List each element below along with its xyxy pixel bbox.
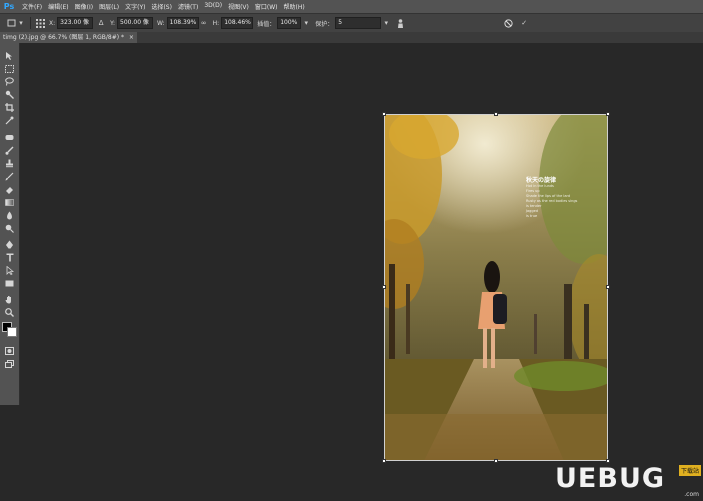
transform-bounding-box [384,114,608,461]
height-label: H: [212,19,220,27]
cancel-transform-icon[interactable] [503,18,513,28]
y-label: Y: [110,19,116,27]
transform-handle-top-right[interactable] [606,112,610,116]
menu-view[interactable]: 视图(V) [228,2,249,11]
quick-select-icon[interactable] [0,88,19,101]
lasso-tool-icon[interactable] [0,75,19,88]
rectangle-tool-icon[interactable] [0,277,19,290]
background-color-swatch[interactable] [7,327,17,337]
main-menu: 文件(F) 编辑(E) 图像(I) 图层(L) 文字(Y) 选择(S) 滤镜(T… [22,2,311,11]
protect-label: 保护： [315,20,334,28]
eyedropper-icon[interactable] [0,114,19,127]
watermark-logo-text: UEBUG [555,463,666,494]
zoom-tool-icon[interactable] [0,306,19,319]
watermark-badge: 下载站 [678,465,701,476]
menu-image[interactable]: 图像(I) [75,2,93,11]
close-icon[interactable]: × [129,34,134,41]
color-swatches [0,321,19,341]
menu-file[interactable]: 文件(F) [22,2,42,11]
y-position-field[interactable]: 500.00 像 [117,17,154,29]
document-tab[interactable]: timg (2).jpg @ 66.7% (图层 1, RGB/8#) * × [0,32,137,43]
tools-panel [0,43,20,405]
menu-layer[interactable]: 图层(L) [99,2,119,11]
protect-select[interactable]: 5 [335,17,382,29]
dodge-icon[interactable] [0,222,19,235]
menu-3d[interactable]: 3D(D) [204,2,222,11]
width-field[interactable]: 108.39% [166,17,199,29]
chevron-down-icon[interactable]: ▾ [381,18,391,28]
quick-mask-icon[interactable] [0,344,19,357]
chevron-down-icon[interactable]: ▾ [301,18,311,28]
x-label: X: [49,19,56,27]
menu-select[interactable]: 选择(S) [151,2,172,11]
reference-point-icon[interactable] [35,18,45,28]
transform-handle-bottom-center[interactable] [494,459,498,463]
crop-tool-icon[interactable] [0,101,19,114]
transform-handle-top-left[interactable] [382,112,386,116]
hand-tool-icon[interactable] [0,293,19,306]
menu-type[interactable]: 文字(Y) [125,2,145,11]
link-icon[interactable]: ∞ [199,18,209,28]
blur-icon[interactable] [0,209,19,222]
menu-bar: Ps 文件(F) 编辑(E) 图像(I) 图层(L) 文字(Y) 选择(S) 滤… [0,0,703,13]
x-position-field[interactable]: 323.00 像 [57,17,94,29]
chevron-down-icon[interactable]: ▾ [16,18,26,28]
move-tool-icon[interactable] [0,49,19,62]
watermark-domain: .com [684,491,699,498]
document-tab-bar: timg (2).jpg @ 66.7% (图层 1, RGB/8#) * × [0,32,703,43]
menu-help[interactable]: 帮助(H) [284,2,305,11]
type-tool-icon[interactable] [0,251,19,264]
marquee-tool-icon[interactable] [0,62,19,75]
transform-handle-middle-left[interactable] [382,285,386,289]
tool-preset-icon[interactable] [6,18,16,28]
document-tab-title: timg (2).jpg @ 66.7% (图层 1, RGB/8#) * [3,34,124,41]
healing-brush-icon[interactable] [0,131,19,144]
transform-handle-top-center[interactable] [494,112,498,116]
transform-handle-middle-right[interactable] [606,285,610,289]
pen-tool-icon[interactable] [0,238,19,251]
delta-icon[interactable]: Δ [96,18,106,28]
path-select-icon[interactable] [0,264,19,277]
photoshop-logo: Ps [3,2,15,11]
commit-transform-icon[interactable]: ✓ [519,18,529,28]
height-field[interactable]: 108.46% [221,17,254,29]
width-label: W: [157,19,165,27]
history-brush-icon[interactable] [0,170,19,183]
eraser-icon[interactable] [0,183,19,196]
brush-tool-icon[interactable] [0,144,19,157]
menu-window[interactable]: 窗口(W) [255,2,278,11]
protect-skin-icon[interactable] [395,18,405,28]
screen-mode-icon[interactable] [0,357,19,370]
gradient-icon[interactable] [0,196,19,209]
interpolation-field[interactable]: 100% [277,17,302,29]
menu-edit[interactable]: 编辑(E) [48,2,68,11]
interpolation-label: 插值： [257,20,276,28]
options-bar: ▾ X: 323.00 像 Δ Y: 500.00 像 W: 108.39% ∞… [0,13,703,33]
menu-filter[interactable]: 滤镜(T) [178,2,198,11]
clone-stamp-icon[interactable] [0,157,19,170]
transform-handle-bottom-left[interactable] [382,459,386,463]
site-watermark: UEBUG 下载站 .com [555,462,703,501]
